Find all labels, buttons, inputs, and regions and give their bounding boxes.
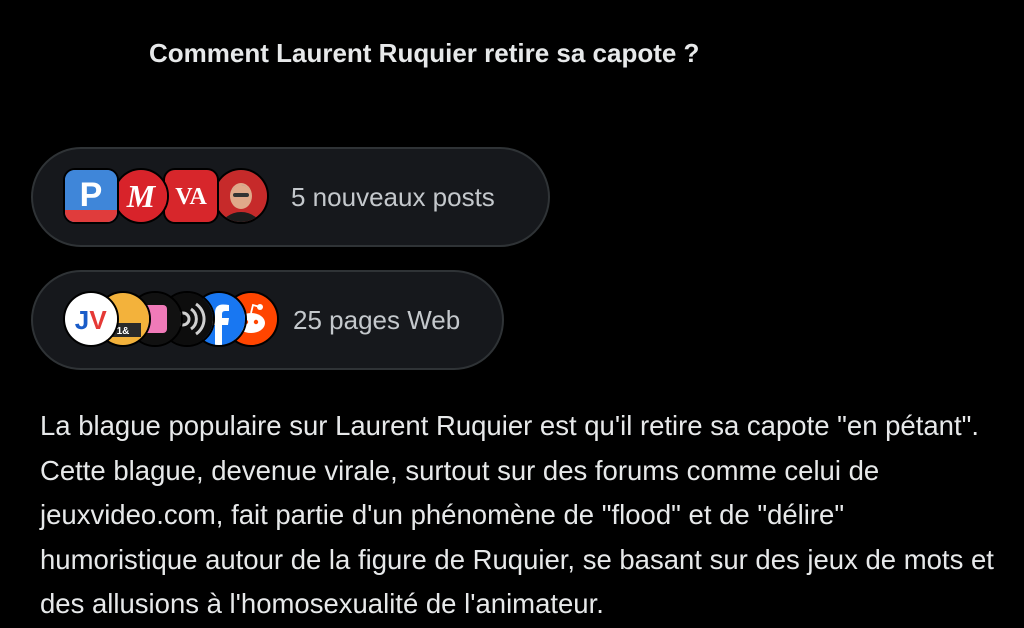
answer-paragraph: La blague populaire sur Laurent Ruquier … bbox=[40, 410, 994, 619]
svg-text:V: V bbox=[89, 305, 107, 335]
person-photo-icon bbox=[213, 168, 269, 224]
svg-text:VA: VA bbox=[175, 184, 207, 210]
valeurs-actuelles-logo-icon: VA bbox=[163, 168, 219, 224]
web-pages-button[interactable]: J V 1& 25 pages Web bbox=[31, 270, 504, 370]
svg-text:J: J bbox=[75, 305, 89, 335]
new-posts-button[interactable]: P M VA 5 nouveaux posts bbox=[31, 147, 550, 247]
question-heading: Comment Laurent Ruquier retire sa capote… bbox=[149, 38, 700, 68]
web-pages-label: 25 pages Web bbox=[293, 304, 461, 335]
answer-text: La blague populaire sur Laurent Ruquier … bbox=[40, 404, 1000, 627]
new-posts-label: 5 nouveaux posts bbox=[291, 181, 495, 212]
parisien-logo-icon: P bbox=[63, 168, 119, 224]
jv-logo-icon: J V bbox=[63, 291, 119, 347]
svg-text:M: M bbox=[126, 178, 157, 214]
web-avatar-stack: J V 1& bbox=[63, 291, 279, 349]
svg-text:1&: 1& bbox=[117, 326, 130, 337]
marianne-logo-icon: M bbox=[113, 168, 169, 224]
svg-text:P: P bbox=[80, 176, 103, 214]
posts-avatar-stack: P M VA bbox=[63, 168, 271, 226]
